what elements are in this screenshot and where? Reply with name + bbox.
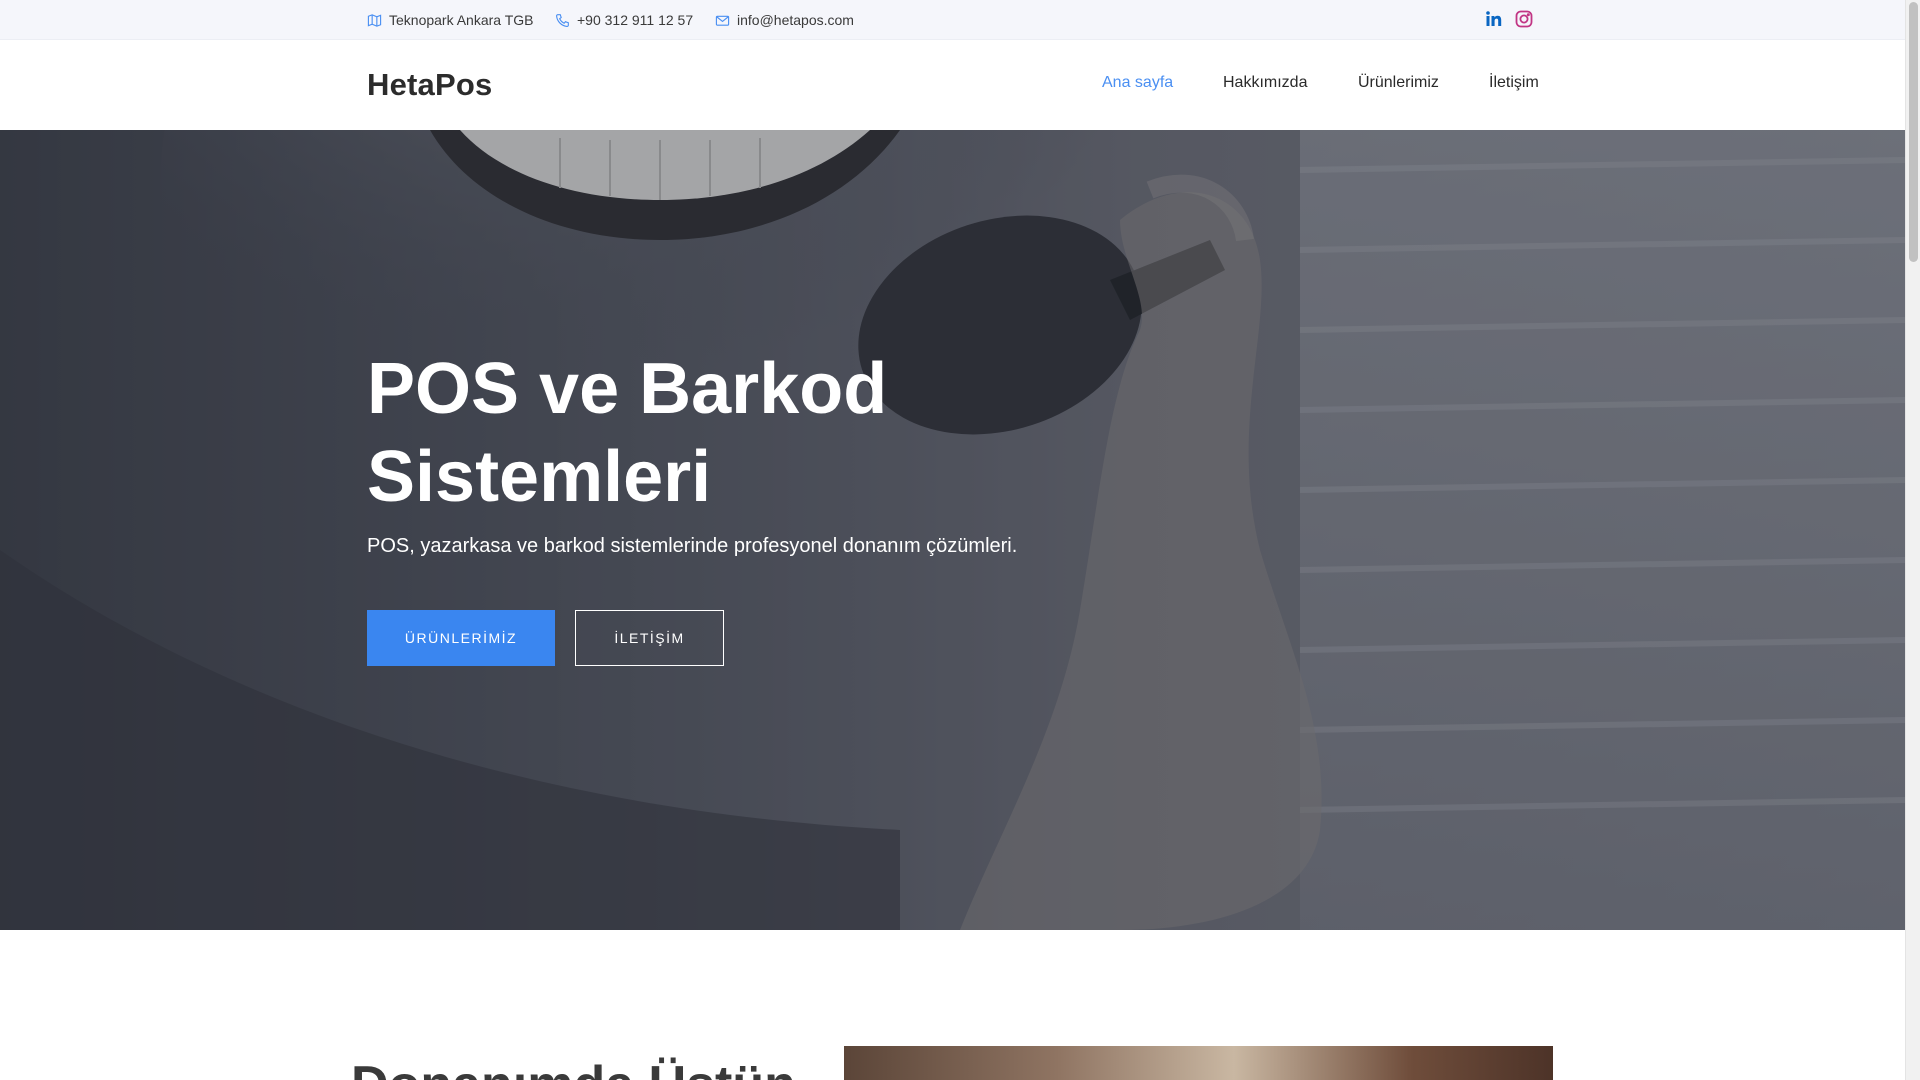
envelope-icon <box>715 15 730 26</box>
phone-item[interactable]: +90 312 911 12 57 <box>555 0 693 40</box>
section-image <box>844 1046 1553 1080</box>
instagram-icon[interactable] <box>1514 9 1534 29</box>
top-bar: Teknopark Ankara TGB +90 312 911 12 57 i… <box>0 0 1905 40</box>
site-logo[interactable]: HetaPos <box>367 67 492 103</box>
hero-subtitle: POS, yazarkasa ve barkod sistemlerinde p… <box>367 535 1018 557</box>
site-header: HetaPos Ana sayfa Hakkımızda Ürünlerimiz… <box>0 40 1905 130</box>
hero-section: POS ve Barkod Sistemleri POS, yazarkasa … <box>0 130 1905 930</box>
products-button[interactable]: ÜRÜNLERİMİZ <box>367 610 555 666</box>
email-text[interactable]: info@hetapos.com <box>737 12 854 28</box>
nav-item-home[interactable]: Ana sayfa <box>1102 74 1173 92</box>
hero-overlay <box>0 130 1905 930</box>
contact-button[interactable]: İLETİŞİM <box>575 610 724 666</box>
scrollbar-thumb[interactable] <box>1909 2 1918 262</box>
nav-item-about[interactable]: Hakkımızda <box>1223 74 1307 92</box>
page-scrollbar[interactable] <box>1905 0 1920 1080</box>
phone-icon <box>556 13 569 27</box>
nav-item-contact[interactable]: İletişim <box>1489 74 1539 92</box>
map-icon <box>367 13 382 27</box>
linkedin-icon[interactable] <box>1484 9 1504 29</box>
hero-title: POS ve Barkod Sistemleri <box>367 349 888 517</box>
address-item: Teknopark Ankara TGB <box>367 0 533 40</box>
email-item[interactable]: info@hetapos.com <box>715 0 854 40</box>
address-text: Teknopark Ankara TGB <box>389 12 534 28</box>
nav-item-products[interactable]: Ürünlerimiz <box>1358 74 1439 92</box>
phone-text[interactable]: +90 312 911 12 57 <box>577 12 693 28</box>
page: Teknopark Ankara TGB +90 312 911 12 57 i… <box>0 0 1905 1080</box>
section-heading: Donanımda Üstün <box>351 1055 796 1080</box>
